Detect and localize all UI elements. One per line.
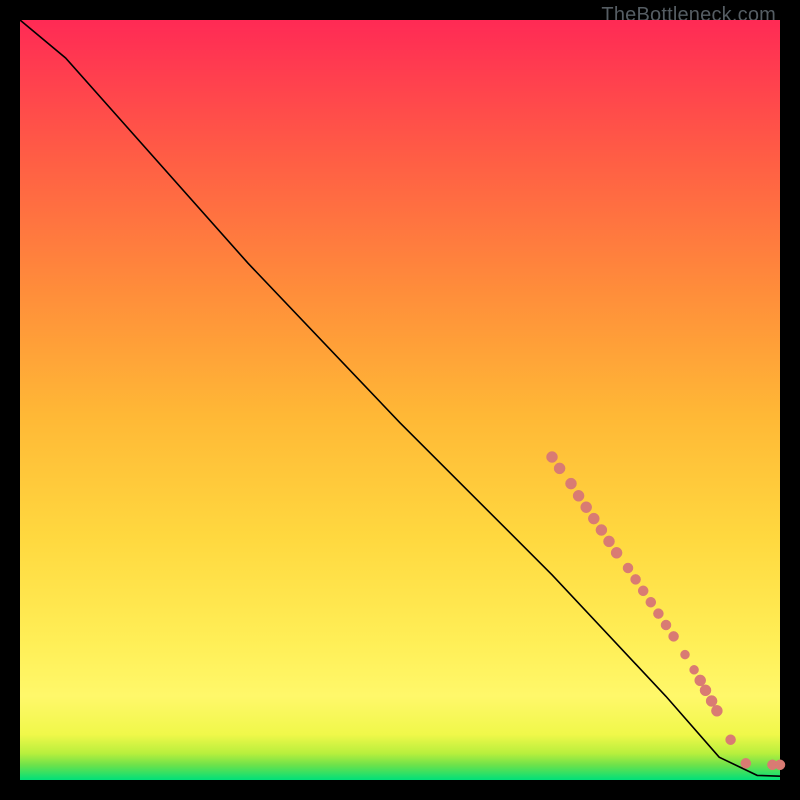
scatter-dot <box>741 758 751 768</box>
chart-plot-area <box>20 20 780 780</box>
scatter-dot <box>611 547 622 558</box>
scatter-dot <box>573 490 584 501</box>
scatter-dot <box>596 525 607 536</box>
chart-frame: TheBottleneck.com <box>0 0 800 800</box>
chart-svg <box>20 20 780 780</box>
scatter-dot <box>681 650 690 659</box>
scatter-dot <box>669 631 679 641</box>
scatter-dot <box>547 452 558 463</box>
bottleneck-curve <box>20 20 780 776</box>
scatter-dot <box>646 597 656 607</box>
scatter-group <box>547 452 786 770</box>
scatter-dot <box>711 705 722 716</box>
scatter-dot <box>775 760 785 770</box>
scatter-dot <box>638 586 648 596</box>
scatter-dot <box>700 685 711 696</box>
scatter-dot <box>554 463 565 474</box>
scatter-dot <box>566 478 577 489</box>
scatter-dot <box>706 696 717 707</box>
scatter-dot <box>653 609 663 619</box>
scatter-dot <box>690 665 699 674</box>
scatter-dot <box>588 513 599 524</box>
scatter-dot <box>695 675 706 686</box>
scatter-dot <box>661 620 671 630</box>
scatter-dot <box>604 536 615 547</box>
scatter-dot <box>726 735 736 745</box>
scatter-dot <box>623 563 633 573</box>
scatter-dot <box>581 502 592 513</box>
scatter-dot <box>631 574 641 584</box>
